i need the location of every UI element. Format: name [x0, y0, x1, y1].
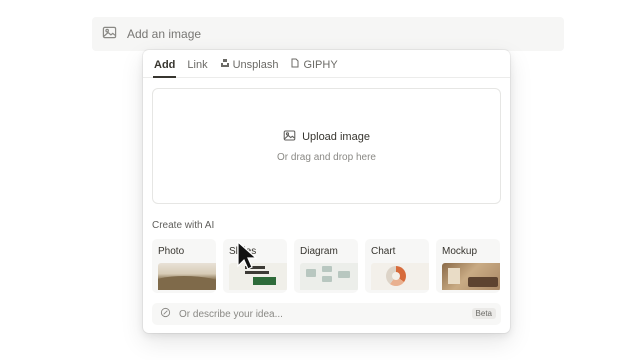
ai-card-chart[interactable]: Chart	[365, 239, 429, 293]
card-label: Photo	[158, 246, 185, 257]
ai-card-mockup[interactable]: Mockup	[436, 239, 500, 293]
tab-giphy[interactable]: GIPHY	[289, 58, 338, 77]
describe-placeholder: Or describe your idea...	[179, 308, 283, 320]
file-icon	[290, 58, 300, 71]
add-image-label: Add an image	[127, 27, 202, 41]
ai-card-photo[interactable]: Photo	[152, 239, 216, 293]
tab-link[interactable]: Link	[186, 59, 208, 77]
ai-template-cards: Photo Slides Diagram Chart Mockup	[152, 239, 502, 293]
describe-idea-input[interactable]: Or describe your idea... Beta	[152, 303, 501, 325]
card-label: Chart	[371, 246, 396, 257]
card-label: Mockup	[442, 246, 478, 257]
image-picker-popover: Add Link Unsplash GIPHY Upload image Or …	[143, 50, 510, 333]
upload-image-button[interactable]: Upload image	[283, 129, 370, 145]
mockup-thumbnail	[442, 263, 500, 290]
chart-thumbnail	[371, 263, 429, 290]
sparkle-icon	[160, 307, 171, 321]
photo-thumbnail	[158, 263, 216, 290]
unsplash-icon	[220, 58, 230, 71]
diagram-thumbnail	[300, 263, 358, 290]
image-icon	[102, 25, 117, 43]
tab-add[interactable]: Add	[153, 59, 177, 78]
upload-image-label: Upload image	[302, 131, 370, 143]
image-icon	[283, 129, 296, 145]
drag-drop-hint: Or drag and drop here	[277, 152, 376, 163]
card-label: Diagram	[300, 246, 338, 257]
upload-dropzone[interactable]: Upload image Or drag and drop here	[152, 88, 501, 204]
mouse-cursor-icon	[237, 241, 258, 270]
create-with-ai-heading: Create with AI	[152, 220, 215, 231]
add-image-block[interactable]: Add an image	[92, 17, 564, 51]
ai-card-diagram[interactable]: Diagram	[294, 239, 358, 293]
beta-badge: Beta	[471, 308, 496, 319]
tab-bar: Add Link Unsplash GIPHY	[143, 50, 510, 78]
tab-unsplash[interactable]: Unsplash	[219, 58, 280, 77]
